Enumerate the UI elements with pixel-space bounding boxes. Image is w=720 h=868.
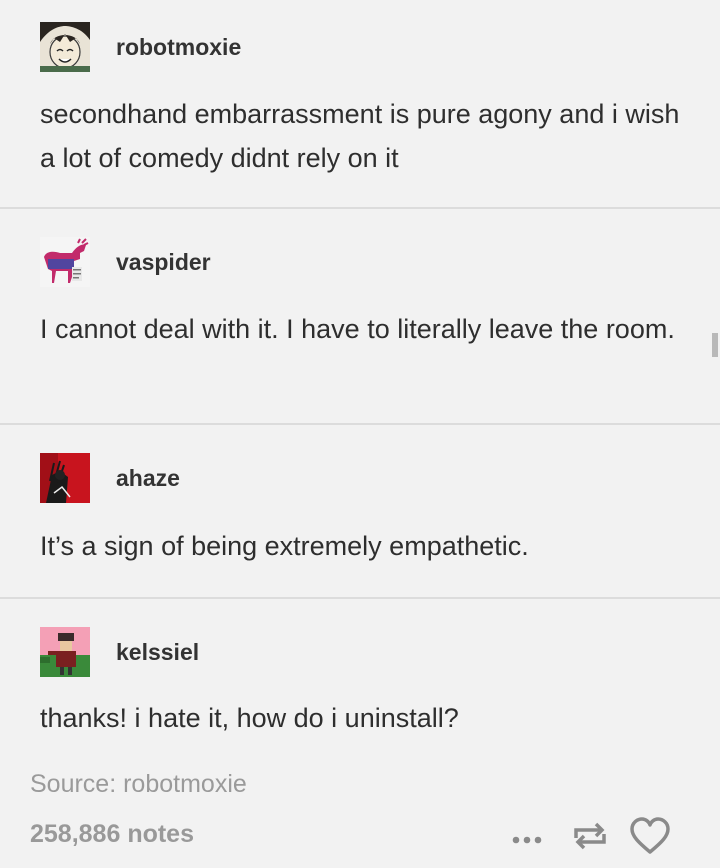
post-text: I cannot deal with it. I have to literal… (40, 314, 675, 344)
red-character-avatar-icon[interactable] (40, 453, 90, 503)
post-header: ahaze (40, 453, 180, 503)
username[interactable]: kelssiel (116, 639, 199, 666)
pixel-character-avatar-icon[interactable] (40, 627, 90, 677)
post-divider (0, 597, 720, 599)
moose-avatar-icon[interactable] (40, 237, 90, 287)
username[interactable]: ahaze (116, 465, 180, 492)
post-divider (0, 207, 720, 209)
post-header: robotmoxie (40, 22, 241, 72)
post-divider (0, 423, 720, 425)
notes-count[interactable]: 258,886 notes (30, 820, 194, 849)
post-header: vaspider (40, 237, 211, 287)
post-actions (508, 816, 672, 860)
username[interactable]: vaspider (116, 249, 211, 276)
reblog-icon[interactable] (568, 814, 612, 863)
anime-face-avatar-icon[interactable] (40, 22, 90, 72)
post-text: It’s a sign of being extremely empatheti… (40, 531, 529, 561)
more-icon[interactable] (508, 814, 548, 863)
username[interactable]: robotmoxie (116, 34, 241, 61)
post-text: thanks! i hate it, how do i uninstall? (40, 703, 459, 733)
heart-icon[interactable] (628, 814, 672, 863)
post-text: secondhand embarrassment is pure agony a… (40, 99, 680, 173)
scrollbar[interactable] (712, 333, 718, 357)
source-link[interactable]: Source: robotmoxie (30, 770, 247, 799)
post-header: kelssiel (40, 627, 199, 677)
